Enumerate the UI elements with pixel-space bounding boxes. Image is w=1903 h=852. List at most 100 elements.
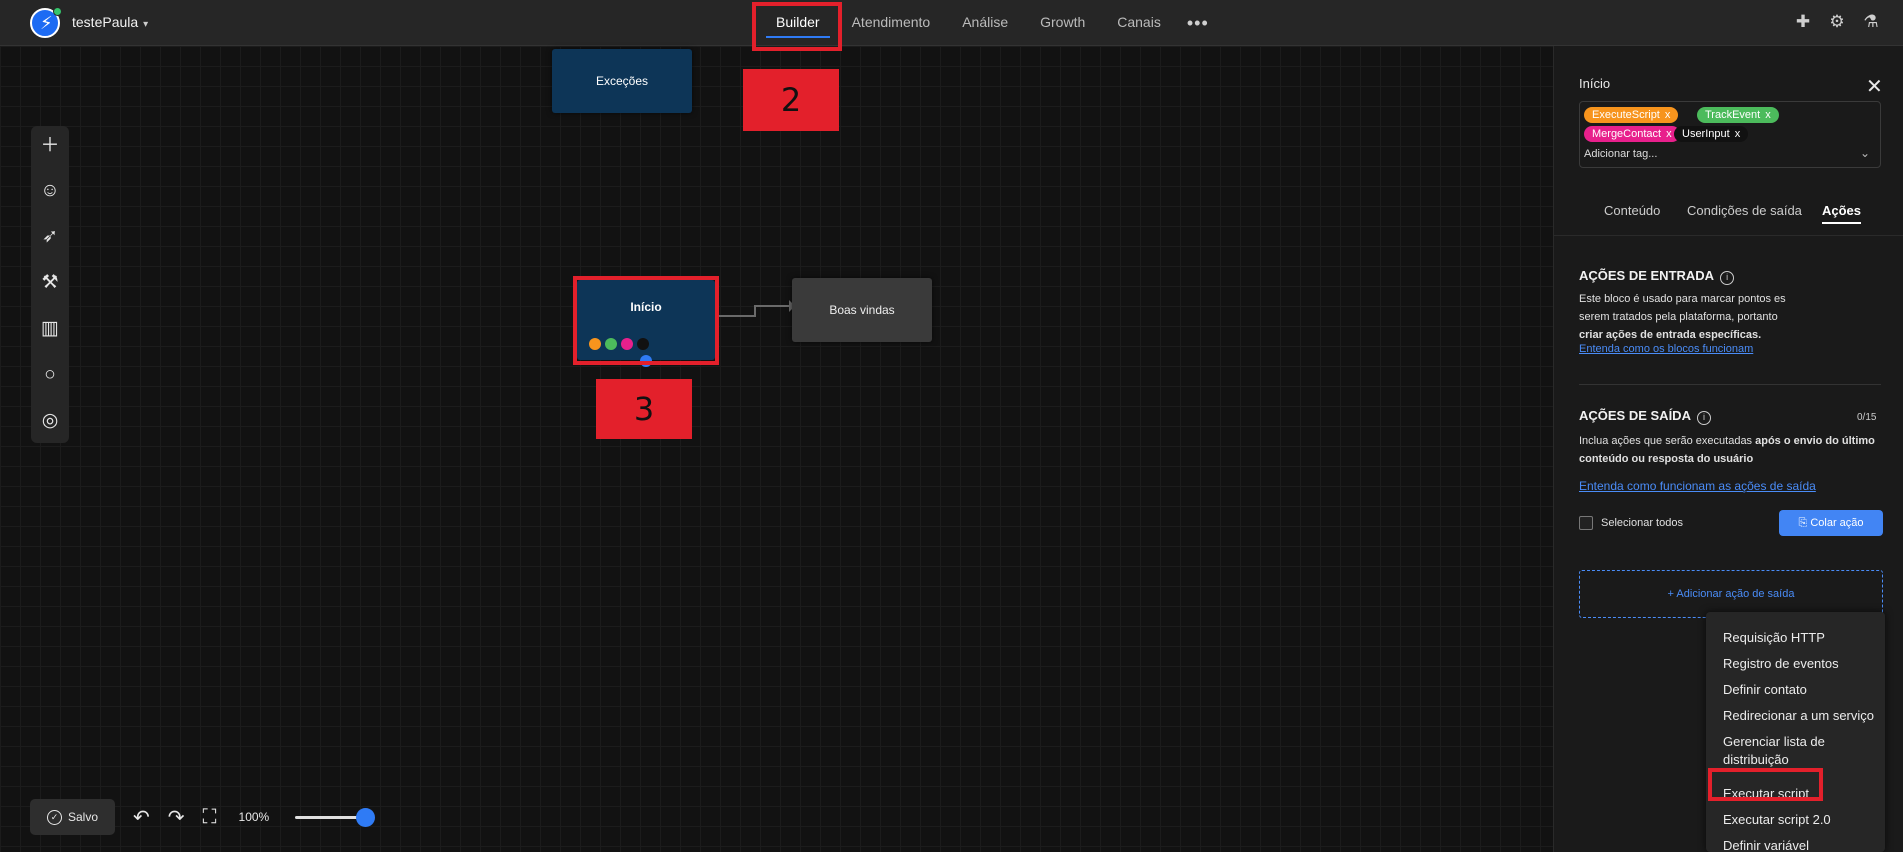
canvas-toolbox: ＋ ☺ ➶ ⚒ ▥ ○ ◎ bbox=[31, 126, 69, 443]
active-tab-indicator bbox=[1822, 222, 1862, 224]
rocket-icon[interactable]: ➶ bbox=[31, 222, 69, 252]
close-icon[interactable]: ✕ bbox=[1866, 74, 1883, 99]
undo-icon[interactable]: ↶ bbox=[133, 805, 150, 830]
entry-actions-title: AÇÕES DE ENTRADA i bbox=[1579, 268, 1735, 285]
canvas-bottom-bar: ✓ Salvo ↶ ↷ ⛶ 100% bbox=[30, 798, 376, 836]
tag-label: TrackEvent bbox=[1705, 109, 1761, 121]
zoom-level: 100% bbox=[238, 810, 270, 824]
tag-input-placeholder[interactable]: Adicionar tag... bbox=[1584, 148, 1657, 160]
wrench-icon[interactable]: ⚒ bbox=[31, 268, 69, 298]
select-all-checkbox[interactable] bbox=[1579, 516, 1593, 530]
tag-remove-icon[interactable]: x bbox=[1665, 109, 1671, 121]
online-status-dot bbox=[53, 7, 62, 16]
exit-actions-link[interactable]: Entenda como funcionam as ações de saída bbox=[1579, 479, 1816, 493]
tab-acoes-label: Ações bbox=[1822, 203, 1862, 218]
tag-trackevent: TrackEvent x bbox=[1697, 107, 1779, 123]
tag-label: MergeContact bbox=[1592, 128, 1662, 140]
paste-action-label: Colar ação bbox=[1810, 517, 1864, 529]
plus-icon[interactable]: ＋ bbox=[31, 131, 69, 161]
entry-actions-title-text: AÇÕES DE ENTRADA bbox=[1579, 268, 1715, 283]
exit-text-bold: conteúdo ou resposta do usuário bbox=[1579, 453, 1754, 465]
saved-label: Salvo bbox=[67, 810, 99, 824]
panel-title: Início bbox=[1579, 76, 1611, 91]
support-icon[interactable]: ◎ bbox=[31, 406, 69, 436]
logo-icon[interactable]: ⚡ bbox=[30, 7, 62, 38]
fit-screen-icon[interactable]: ⛶ bbox=[203, 806, 217, 829]
section-divider bbox=[1579, 384, 1881, 385]
bot-name: testePaula bbox=[72, 14, 139, 30]
tab-analise[interactable]: Análise bbox=[946, 0, 1024, 46]
entry-actions-link[interactable]: Entenda como os blocos funcionam bbox=[1579, 343, 1753, 355]
redo-icon[interactable]: ↷ bbox=[168, 805, 185, 830]
bot-selector[interactable]: testePaula ▾ bbox=[72, 14, 148, 30]
bot-icon[interactable]: ☺ bbox=[31, 176, 69, 206]
tag-remove-icon[interactable]: x bbox=[1765, 109, 1771, 121]
puzzle-icon[interactable]: ✚ bbox=[1793, 12, 1813, 32]
flask-icon[interactable]: ⚗ bbox=[1861, 12, 1881, 32]
tab-growth[interactable]: Growth bbox=[1024, 0, 1101, 46]
tag-input[interactable]: ExecuteScript x TrackEvent x MergeContact x… bbox=[1579, 101, 1881, 168]
menu-item-event-tracking[interactable]: Registro de eventos bbox=[1706, 655, 1885, 673]
saved-status: ✓ Salvo bbox=[30, 799, 115, 835]
menu-item-redirect-service[interactable]: Redirecionar a um serviço bbox=[1706, 707, 1885, 725]
menu-item-manage-distribution-list[interactable]: Gerenciar lista de distribuição bbox=[1706, 733, 1885, 769]
book-icon[interactable]: ▥ bbox=[31, 314, 69, 344]
exit-actions-counter: 0/15 bbox=[1857, 412, 1877, 423]
exit-actions-title-text: AÇÕES DE SAÍDA bbox=[1579, 408, 1691, 423]
gear-icon[interactable]: ⚙ bbox=[1827, 12, 1847, 32]
entry-text-line: criar ações de entrada específicas. bbox=[1579, 329, 1762, 341]
annotation-label-3: 3 bbox=[596, 379, 692, 439]
exit-actions-title: AÇÕES DE SAÍDA i bbox=[1579, 408, 1711, 425]
search-icon[interactable]: ○ bbox=[31, 360, 69, 390]
top-bar: ⚡ testePaula ▾ Builder Atendimento Anális… bbox=[0, 0, 1903, 46]
entry-text-line: Este bloco é usado para marcar pontos es bbox=[1579, 293, 1786, 305]
menu-item-set-variable[interactable]: Definir variável bbox=[1706, 837, 1885, 852]
block-excecoes[interactable]: Exceções bbox=[552, 49, 692, 113]
exit-text-bold: após o envio do último bbox=[1755, 435, 1875, 447]
chevron-down-icon[interactable]: ⌄ bbox=[1860, 146, 1870, 160]
tab-acoes[interactable]: Ações bbox=[1822, 186, 1862, 236]
menu-item-label: Gerenciar lista de bbox=[1723, 734, 1825, 749]
tag-remove-icon[interactable]: x bbox=[1735, 128, 1741, 140]
info-icon[interactable]: i bbox=[1720, 271, 1735, 285]
add-exit-action-button[interactable]: + Adicionar ação de saída bbox=[1579, 570, 1883, 618]
chevron-down-icon: ▾ bbox=[143, 19, 149, 30]
annotation-box-builder bbox=[752, 2, 842, 51]
entry-text-line: serem tratados pela plataforma, portanto bbox=[1579, 311, 1778, 323]
tab-canais[interactable]: Canais bbox=[1101, 0, 1177, 46]
more-icon[interactable]: ••• bbox=[1177, 13, 1219, 34]
panel-tabs: Conteúdo Condições de saída Ações bbox=[1554, 186, 1903, 236]
bolt-icon: ⚡ bbox=[40, 13, 53, 33]
tag-label: ExecuteScript bbox=[1592, 109, 1660, 121]
paste-action-button[interactable]: ⎘ Colar ação bbox=[1779, 510, 1883, 536]
menu-item-execute-script-2[interactable]: Executar script 2.0 bbox=[1706, 811, 1885, 829]
tag-executescript: ExecuteScript x bbox=[1584, 107, 1679, 123]
zoom-slider-knob[interactable] bbox=[356, 807, 376, 827]
tag-mergecontact: MergeContact x bbox=[1584, 126, 1680, 142]
info-icon[interactable]: i bbox=[1696, 411, 1711, 425]
exit-action-dropdown: Requisição HTTP Registro de eventos Defi… bbox=[1706, 612, 1885, 852]
tag-remove-icon[interactable]: x bbox=[1666, 128, 1672, 140]
exit-text-start: Inclua ações que serão executadas bbox=[1579, 435, 1756, 447]
tab-condicoes-saida[interactable]: Condições de saída bbox=[1687, 186, 1802, 236]
block-boas-vindas[interactable]: Boas vindas bbox=[792, 278, 932, 342]
app-window: ⚡ testePaula ▾ Builder Atendimento Anális… bbox=[0, 0, 1903, 852]
annotation-box-inicio bbox=[573, 276, 719, 365]
check-circle-icon: ✓ bbox=[46, 809, 62, 825]
select-all-label: Selecionar todos bbox=[1601, 517, 1683, 529]
tag-userinput: UserInput x bbox=[1674, 126, 1749, 142]
annotation-box-execute-script bbox=[1708, 768, 1823, 801]
zoom-slider[interactable] bbox=[295, 807, 376, 827]
connector-arrow bbox=[717, 300, 795, 317]
top-right-icons: ✚ ⚙ ⚗ bbox=[1793, 12, 1881, 32]
tab-atendimento[interactable]: Atendimento bbox=[836, 0, 947, 46]
menu-item-label: distribuição bbox=[1723, 752, 1789, 767]
annotation-label-2: 2 bbox=[743, 69, 839, 131]
flow-canvas[interactable]: ＋ ☺ ➶ ⚒ ▥ ○ ◎ Exceções Início Boas vinda… bbox=[0, 46, 1553, 852]
menu-item-http-request[interactable]: Requisição HTTP bbox=[1706, 629, 1885, 647]
entry-actions-description: Este bloco é usado para marcar pontos es… bbox=[1579, 290, 1879, 344]
paste-icon: ⎘ bbox=[1798, 517, 1811, 529]
menu-item-set-contact[interactable]: Definir contato bbox=[1706, 681, 1885, 699]
tab-conteudo[interactable]: Conteúdo bbox=[1604, 186, 1660, 236]
exit-actions-description: Inclua ações que serão executadas após o… bbox=[1579, 432, 1879, 468]
